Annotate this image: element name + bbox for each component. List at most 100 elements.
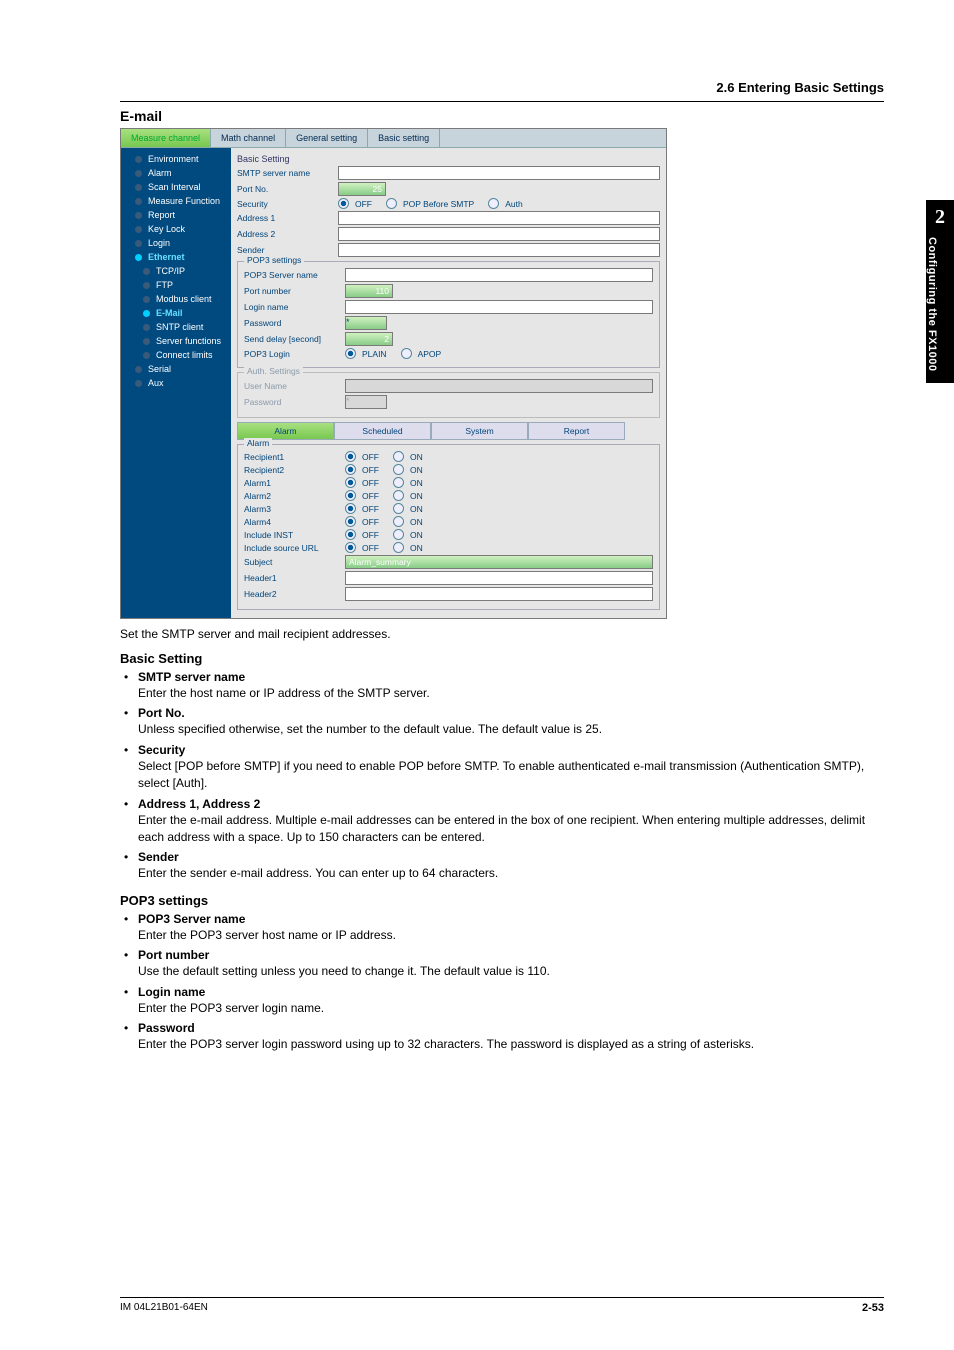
radio-off[interactable]	[345, 516, 356, 527]
tab-measure-channel[interactable]: Measure channel	[121, 129, 211, 147]
smtp-server-label: SMTP server name	[237, 168, 332, 178]
smtp-server-field[interactable]	[338, 166, 660, 180]
radio-on[interactable]	[393, 464, 404, 475]
sidebar-item[interactable]: Aux	[121, 376, 231, 390]
alarm-row: Alarm2OFFON	[244, 490, 653, 501]
sidebar-item[interactable]: Measure Function	[121, 194, 231, 208]
sidebar-dot-icon	[135, 212, 142, 219]
tab-general-setting[interactable]: General setting	[286, 129, 368, 147]
radio-on[interactable]	[393, 503, 404, 514]
pop3-password-field[interactable]: *	[345, 316, 387, 330]
address1-field[interactable]	[338, 211, 660, 225]
alarm-row: Alarm4OFFON	[244, 516, 653, 527]
pop3-settings-fieldset: POP3 settings POP3 Server name Port numb…	[237, 261, 660, 368]
bullet-body: Enter the POP3 server host name or IP ad…	[138, 927, 884, 944]
sidebar-item[interactable]: Serial	[121, 362, 231, 376]
address2-field[interactable]	[338, 227, 660, 241]
bullet-item: Port numberUse the default setting unles…	[120, 948, 884, 980]
send-delay-label: Send delay [second]	[244, 334, 339, 344]
bullet-body: Use the default setting unless you need …	[138, 963, 884, 980]
pop3-login-radio-apop[interactable]	[401, 348, 412, 359]
send-delay-field[interactable]: 2	[345, 332, 393, 346]
sidebar-item[interactable]: Alarm	[121, 166, 231, 180]
pop3-port-field[interactable]: 110	[345, 284, 393, 298]
radio-off[interactable]	[345, 529, 356, 540]
sidebar-item-label: E-Mail	[156, 308, 183, 318]
page-number: 2-53	[862, 1302, 884, 1314]
sidebar-item[interactable]: Scan Interval	[121, 180, 231, 194]
bullet-list: POP3 Server nameEnter the POP3 server ho…	[120, 912, 884, 1054]
sidebar-item[interactable]: Key Lock	[121, 222, 231, 236]
security-radio-pop[interactable]	[386, 198, 397, 209]
tab-scheduled[interactable]: Scheduled	[334, 422, 431, 440]
auth-user-label: User Name	[244, 381, 339, 391]
sidebar-dot-icon	[143, 296, 150, 303]
subsection-heading: POP3 settings	[120, 893, 884, 908]
email-heading: E-mail	[120, 108, 884, 124]
alarm-legend: Alarm	[244, 438, 272, 448]
subject-field[interactable]: Alarm_summary	[345, 555, 653, 569]
radio-off[interactable]	[345, 503, 356, 514]
alarm-row-label: Include INST	[244, 530, 339, 540]
sidebar-item[interactable]: TCP/IP	[121, 264, 231, 278]
sidebar-item-label: Login	[148, 238, 170, 248]
security-radio-auth[interactable]	[488, 198, 499, 209]
pop3-server-field[interactable]	[345, 268, 653, 282]
sidebar-item-label: Key Lock	[148, 224, 185, 234]
sidebar-item[interactable]: FTP	[121, 278, 231, 292]
radio-on[interactable]	[393, 516, 404, 527]
sidebar-item[interactable]: Ethernet	[121, 250, 231, 264]
alarm-row-label: Include source URL	[244, 543, 339, 553]
pop3-login-name-field[interactable]	[345, 300, 653, 314]
radio-off[interactable]	[345, 451, 356, 462]
alarm-row-label: Alarm1	[244, 478, 339, 488]
radio-off[interactable]	[345, 477, 356, 488]
header2-field[interactable]	[345, 587, 653, 601]
sender-field[interactable]	[338, 243, 660, 257]
auth-user-field	[345, 379, 653, 393]
bullet-body: Unless specified otherwise, set the numb…	[138, 721, 884, 738]
caption-text: Set the SMTP server and mail recipient a…	[120, 627, 884, 641]
port-no-field[interactable]: 25	[338, 182, 386, 196]
chapter-number: 2	[926, 206, 954, 229]
auth-legend: Auth. Settings	[244, 366, 303, 376]
radio-on[interactable]	[393, 529, 404, 540]
pop3-login-radio-plain[interactable]	[345, 348, 356, 359]
radio-on[interactable]	[393, 451, 404, 462]
alarm-row: Include source URLOFFON	[244, 542, 653, 553]
radio-off[interactable]	[345, 464, 356, 475]
alarm-row-label: Alarm2	[244, 491, 339, 501]
sidebar-item[interactable]: Environment	[121, 152, 231, 166]
sidebar-dot-icon	[135, 380, 142, 387]
radio-off[interactable]	[345, 542, 356, 553]
sidebar-item[interactable]: Server functions	[121, 334, 231, 348]
header2-label: Header2	[244, 589, 339, 599]
sidebar-item[interactable]: Connect limits	[121, 348, 231, 362]
sidebar-item[interactable]: E-Mail	[121, 306, 231, 320]
radio-on[interactable]	[393, 477, 404, 488]
security-radio-off[interactable]	[338, 198, 349, 209]
sidebar-dot-icon	[135, 226, 142, 233]
sidebar-item[interactable]: SNTP client	[121, 320, 231, 334]
pop3-legend: POP3 settings	[244, 255, 304, 265]
off-label: OFF	[362, 478, 379, 488]
sidebar-item-label: Connect limits	[156, 350, 213, 360]
radio-on[interactable]	[393, 490, 404, 501]
alarm-row-label: Recipient1	[244, 452, 339, 462]
sidebar-item[interactable]: Modbus client	[121, 292, 231, 306]
tab-basic-setting[interactable]: Basic setting	[368, 129, 440, 147]
alarm-row: Alarm1OFFON	[244, 477, 653, 488]
sidebar-item-label: Measure Function	[148, 196, 220, 206]
chapter-title: Configuring the FX1000	[926, 229, 938, 371]
header1-field[interactable]	[345, 571, 653, 585]
tab-report[interactable]: Report	[528, 422, 625, 440]
sidebar-item[interactable]: Login	[121, 236, 231, 250]
sidebar-item[interactable]: Report	[121, 208, 231, 222]
tab-math-channel[interactable]: Math channel	[211, 129, 286, 147]
radio-off[interactable]	[345, 490, 356, 501]
bullet-heading: Password	[138, 1021, 884, 1035]
pop3-password-label: Password	[244, 318, 339, 328]
radio-on[interactable]	[393, 542, 404, 553]
pop3-login-label: POP3 Login	[244, 349, 339, 359]
tab-system[interactable]: System	[431, 422, 528, 440]
